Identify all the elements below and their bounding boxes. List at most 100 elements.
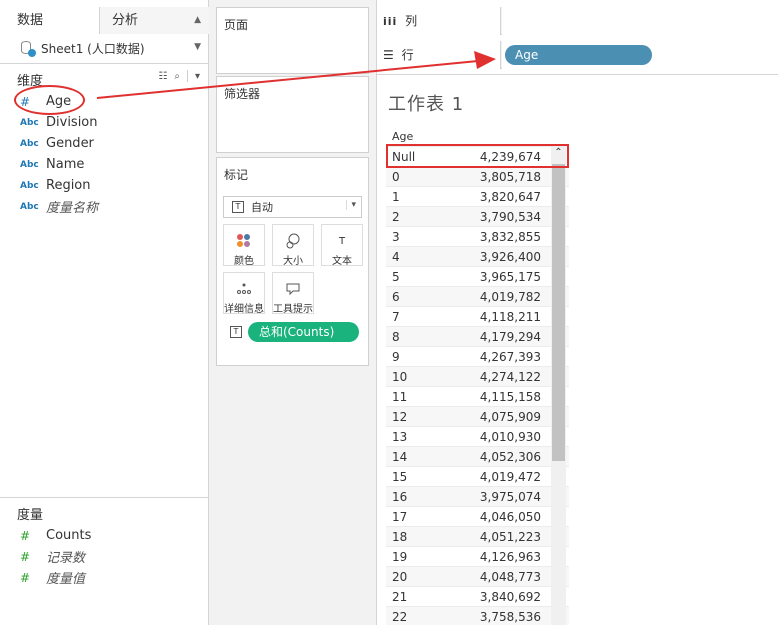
text-mark-icon: T	[232, 201, 244, 213]
table-row[interactable]: 3 3,832,855	[386, 226, 569, 246]
sheet-title: 工作表 1	[388, 94, 465, 115]
table-row[interactable]: 19 4,126,963	[386, 546, 569, 566]
age-cell: 7	[392, 309, 400, 324]
table-row[interactable]: 0 3,805,718	[386, 166, 569, 186]
size-circles-icon	[286, 233, 300, 249]
table-row[interactable]: 8 4,179,294	[386, 326, 569, 346]
count-cell: 3,790,534	[479, 209, 541, 224]
table-row[interactable]: 10 4,274,122	[386, 366, 569, 386]
age-cell: 9	[392, 349, 400, 364]
table-row[interactable]: 7 4,118,211	[386, 306, 569, 326]
pages-shelf[interactable]: 页面	[216, 7, 369, 74]
chevron-down-icon[interactable]: ▾	[195, 71, 200, 82]
scroll-thumb[interactable]	[552, 164, 565, 461]
age-rows-pill[interactable]: Age	[505, 45, 652, 65]
dimension-field[interactable]: Abc Name	[0, 154, 208, 175]
columns-drop-zone[interactable]	[502, 7, 778, 35]
table-row[interactable]: 6 4,019,782	[386, 286, 569, 306]
tab-analysis[interactable]: 分析 ▲ ▼	[100, 7, 209, 52]
count-cell: 4,010,930	[479, 429, 541, 444]
table-row[interactable]: 16 3,975,074	[386, 486, 569, 506]
table-row[interactable]: 12 4,075,909	[386, 406, 569, 426]
measure-field[interactable]: # 记录数	[0, 546, 208, 567]
count-cell: 3,926,400	[479, 249, 541, 264]
measures-heading: 度量	[17, 508, 44, 523]
table-row[interactable]: 14 4,052,306	[386, 446, 569, 466]
table-row[interactable]: 13 4,010,930	[386, 426, 569, 446]
tooltip-label: 工具提示	[273, 304, 313, 315]
dimension-field-name: Division	[46, 115, 98, 130]
rows-shelf-label: ☰ 行	[377, 41, 501, 69]
filters-shelf[interactable]: 筛选器	[216, 76, 369, 153]
measure-field[interactable]: # Counts	[0, 525, 208, 546]
vertical-scrollbar[interactable]: ⌃	[551, 147, 566, 625]
age-cell: 18	[392, 529, 408, 544]
age-cell: 17	[392, 509, 408, 524]
table-row[interactable]: 2 3,790,534	[386, 206, 569, 226]
table-row[interactable]: 15 4,019,472	[386, 466, 569, 486]
dimension-field[interactable]: Abc 度量名称	[0, 196, 208, 217]
tableau-window: 数据 分析 ▲ ▼ Sheet1 (人口数据) 维度 ☷ ⌕ ▾ # Age Abc D…	[0, 0, 778, 625]
string-type-icon: Abc	[20, 117, 39, 128]
table-row[interactable]: 22 3,758,536	[386, 606, 569, 625]
table-row[interactable]: 18 4,051,223	[386, 526, 569, 546]
tooltip-mark-button[interactable]: 工具提示	[272, 272, 314, 315]
detail-mark-button[interactable]: 详细信息	[223, 272, 265, 315]
table-row[interactable]: 1 3,820,647	[386, 186, 569, 206]
table-row[interactable]: 5 3,965,175	[386, 266, 569, 286]
tab-data[interactable]: 数据	[0, 7, 100, 34]
count-cell: 4,019,782	[479, 289, 541, 304]
text-icon: T	[338, 235, 346, 247]
search-icon[interactable]: ⌕	[174, 71, 180, 82]
age-cell: 5	[392, 269, 400, 284]
age-cell: 11	[392, 389, 408, 404]
color-mark-button[interactable]: 颜色	[223, 224, 265, 267]
string-type-icon: Abc	[20, 180, 39, 191]
table-row[interactable]: 4 3,926,400	[386, 246, 569, 266]
measure-field[interactable]: # 度量值	[0, 567, 208, 588]
pages-label: 页面	[224, 18, 249, 32]
list-view-icon[interactable]: ☷	[158, 71, 167, 82]
dimensions-toolbar: ☷ ⌕ ▾	[158, 70, 200, 82]
count-cell: 4,118,211	[479, 309, 541, 324]
datasource-item[interactable]: Sheet1 (人口数据)	[20, 39, 145, 57]
highlight-age-field	[14, 85, 85, 115]
age-cell: 22	[392, 609, 408, 624]
table-row[interactable]: 9 4,267,393	[386, 346, 569, 366]
highlight-null-row	[386, 144, 569, 168]
sort-arrows-icon[interactable]: ▲ ▼	[194, 7, 201, 61]
text-table: Null 4,239,674 0 3,805,718 1 3,820,647 2 3,790,…	[386, 146, 569, 625]
number-type-icon: #	[20, 549, 31, 564]
age-cell: 10	[392, 369, 408, 384]
marks-label: 标记	[224, 168, 249, 182]
count-cell: 4,046,050	[479, 509, 541, 524]
count-cell: 3,820,647	[479, 189, 541, 204]
string-type-icon: Abc	[20, 159, 39, 170]
dimension-field[interactable]: Abc Gender	[0, 133, 208, 154]
worksheet-view: iii 列 ☰ 行 Age 工作表 1 Age Null 4,239,674 0 3,…	[376, 0, 778, 625]
dimension-field-name: Name	[46, 157, 85, 172]
age-cell: 8	[392, 329, 400, 344]
table-row[interactable]: 20 4,048,773	[386, 566, 569, 586]
text-mark-button[interactable]: T 文本	[321, 224, 363, 267]
dimension-field[interactable]: Abc Division	[0, 112, 208, 133]
detail-dots-icon	[237, 283, 251, 294]
count-cell: 4,019,472	[479, 469, 541, 484]
mark-type-dropdown[interactable]: T 自动 ▾	[223, 196, 362, 218]
columns-label: 列	[405, 14, 418, 28]
sum-counts-pill[interactable]: 总和(Counts)	[248, 322, 359, 342]
table-row[interactable]: 21 3,840,692	[386, 586, 569, 606]
size-mark-button[interactable]: 大小	[272, 224, 314, 267]
table-row[interactable]: 17 4,046,050	[386, 506, 569, 526]
dimension-field[interactable]: Abc Region	[0, 175, 208, 196]
age-cell: 3	[392, 229, 400, 244]
table-row[interactable]: 11 4,115,158	[386, 386, 569, 406]
string-type-icon: Abc	[20, 138, 39, 149]
chevron-down-icon: ▾	[346, 200, 356, 210]
pane-tabs: 数据 分析 ▲ ▼	[0, 7, 209, 52]
datasource-label: Sheet1 (人口数据)	[41, 41, 145, 56]
string-type-icon: Abc	[20, 201, 39, 212]
age-cell: 14	[392, 449, 408, 464]
count-cell: 3,805,718	[479, 169, 541, 184]
shelves-pane: 页面 筛选器 标记 T 自动 ▾ 颜色 大小 T 文本 详细信息 工具提示 T …	[209, 0, 376, 625]
